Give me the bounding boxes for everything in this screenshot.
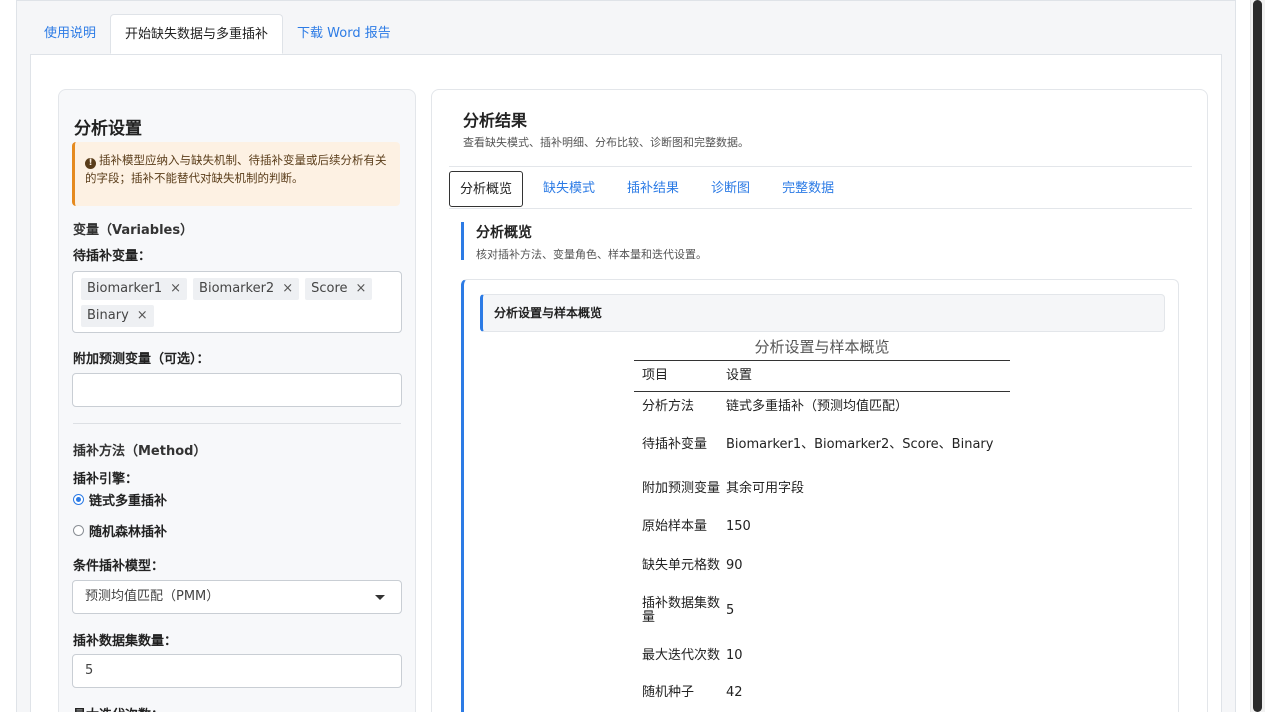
- aux-vars-label: 附加预测变量（可选）：: [73, 352, 210, 367]
- sidebar-title: 分析设置: [74, 119, 142, 139]
- remove-tag-icon[interactable]: ×: [137, 308, 148, 323]
- remove-tag-icon[interactable]: ×: [170, 281, 181, 296]
- engine-label: 插补引擎：: [73, 472, 139, 487]
- n-datasets-input[interactable]: 5: [72, 654, 402, 688]
- tab-imputation-results[interactable]: 插补结果: [611, 171, 695, 207]
- results-divider: [449, 166, 1192, 167]
- n-datasets-label: 插补数据集数量：: [73, 634, 178, 649]
- tab-download-word-report[interactable]: 下载 Word 报告: [283, 14, 405, 54]
- remove-tag-icon[interactable]: ×: [356, 281, 367, 296]
- table-row: 缺失单元格数 90: [642, 558, 743, 573]
- results-tabs: 分析概览 缺失模式 插补结果 诊断图 完整数据: [449, 171, 850, 207]
- tab-instructions[interactable]: 使用说明: [30, 14, 110, 54]
- radio-unchecked-icon: [73, 525, 84, 536]
- table-header-row: 项目 设置: [634, 360, 1010, 392]
- tabs-divider: [449, 208, 1192, 209]
- radio-checked-icon: [73, 494, 84, 505]
- table-header-item: 项目: [642, 368, 669, 383]
- table-row: 随机种子 42: [642, 685, 743, 700]
- table-row: 最大迭代次数 10: [642, 648, 743, 663]
- section-subtitle: 核对插补方法、变量角色、样本量和迭代设置。: [476, 248, 707, 261]
- tag-biomarker2: Biomarker2 ×: [193, 278, 300, 300]
- impute-vars-multiselect[interactable]: Biomarker1 × Biomarker2 × Score × Binary ×: [72, 271, 402, 333]
- warning-alert: ! 插补模型应纳入与缺失机制、待插补变量或后续分析有关的字段；插补不能替代对缺失机…: [72, 142, 400, 206]
- impute-vars-label: 待插补变量：: [73, 249, 152, 264]
- main-tabs: 使用说明 开始缺失数据与多重插补 下载 Word 报告: [30, 14, 405, 54]
- overview-section-header: 分析概览 核对插补方法、变量角色、样本量和迭代设置。: [461, 222, 707, 261]
- section-divider: [73, 423, 401, 424]
- dropdown-caret-icon: [375, 595, 385, 600]
- tab-complete-data[interactable]: 完整数据: [766, 171, 850, 207]
- variables-heading: 变量（Variables）: [73, 223, 194, 238]
- section-title: 分析概览: [476, 225, 532, 241]
- table-row: 分析方法 链式多重插补（预测均值匹配）: [642, 399, 909, 414]
- results-subtitle: 查看缺失模式、插补明细、分布比较、诊断图和完整数据。: [463, 136, 749, 149]
- analysis-settings-panel: 分析设置 ! 插补模型应纳入与缺失机制、待插补变量或后续分析有关的字段；插补不能替…: [58, 89, 416, 712]
- tab-missing-pattern[interactable]: 缺失模式: [527, 171, 611, 207]
- table-row: 附加预测变量 其余可用字段: [642, 481, 805, 496]
- page-scrollbar[interactable]: [1250, 0, 1265, 712]
- tag-score: Score ×: [305, 278, 373, 300]
- aux-vars-input[interactable]: [72, 373, 402, 407]
- alert-text: 插补模型应纳入与缺失机制、待插补变量或后续分析有关的字段；插补不能替代对缺失机制…: [85, 153, 387, 185]
- settings-summary-card: 分析设置与样本概览 分析设置与样本概览 项目 设置 分析方法 链式多重插补（预测…: [461, 279, 1179, 712]
- method-heading: 插补方法（Method）: [73, 444, 207, 459]
- tag-binary: Binary ×: [81, 305, 154, 327]
- tab-start-imputation[interactable]: 开始缺失数据与多重插补: [110, 14, 284, 54]
- model-select[interactable]: 预测均值匹配（PMM）: [72, 580, 402, 614]
- table-row: 待插补变量 Biomarker1、Biomarker2、Score、Binary: [642, 437, 994, 452]
- table-caption: 分析设置与样本概览: [754, 338, 890, 356]
- radio-chained-imputation[interactable]: 链式多重插补: [73, 490, 167, 509]
- summary-table: 分析设置与样本概览 项目 设置 分析方法 链式多重插补（预测均值匹配） 待插补变…: [634, 332, 1010, 708]
- tab-overview[interactable]: 分析概览: [449, 171, 524, 207]
- table-row: 原始样本量 150: [642, 519, 751, 534]
- warning-icon: !: [85, 158, 96, 169]
- results-title: 分析结果: [463, 111, 528, 130]
- model-label: 条件插补模型：: [73, 559, 165, 574]
- tab-diagnostic-plots[interactable]: 诊断图: [695, 171, 766, 207]
- table-header-setting: 设置: [726, 368, 753, 383]
- radio-random-forest[interactable]: 随机森林插补: [73, 521, 167, 540]
- max-iter-label: 最大迭代次数：: [73, 704, 164, 712]
- tag-biomarker1: Biomarker1 ×: [81, 278, 188, 300]
- scrollbar-thumb[interactable]: [1253, 0, 1262, 712]
- remove-tag-icon[interactable]: ×: [282, 281, 293, 296]
- results-panel: 分析结果 查看缺失模式、插补明细、分布比较、诊断图和完整数据。 分析概览 缺失模…: [431, 89, 1208, 712]
- table-row: 插补数据集数量 5: [642, 596, 735, 625]
- card-header: 分析设置与样本概览: [480, 294, 1165, 332]
